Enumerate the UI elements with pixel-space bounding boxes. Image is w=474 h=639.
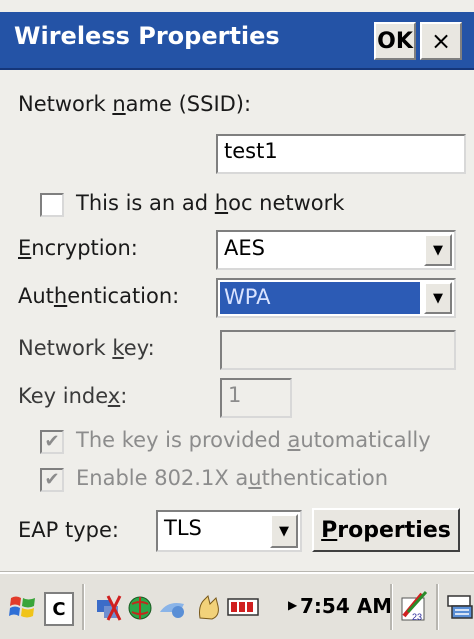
enable-8021x-label-post: thentication (261, 466, 389, 490)
encryption-label-accel: E (18, 236, 32, 260)
key-index-select[interactable]: 1 (220, 378, 292, 418)
eap-type-select[interactable]: TLS ▼ (156, 510, 302, 552)
authentication-label: Authentication: (18, 284, 179, 308)
network-key-label: Network key: (18, 336, 155, 360)
wireless-properties-screen: Wireless Properties OK × Network name (S… (0, 0, 474, 639)
ssid-input[interactable]: test1 (216, 134, 466, 174)
keyindex-label-post: : (120, 384, 128, 408)
title-bar: Wireless Properties OK × (0, 12, 474, 70)
enable-8021x-label-pre: Enable 802.1X a (76, 466, 249, 490)
enable-8021x-label-accel: u (248, 466, 262, 490)
eap-type-label: EAP type: (18, 518, 119, 542)
taskbar-separator (436, 584, 439, 630)
netkey-label-post: ey: (123, 336, 155, 360)
netkey-label-pre: Network (18, 336, 113, 360)
calendar-icon[interactable]: 23 (398, 590, 430, 624)
adhoc-label: This is an ad hoc network (76, 191, 344, 215)
ssid-label-accel: n (112, 92, 126, 116)
netkey-label-accel: k (112, 336, 124, 360)
properties-label-post: roperties (337, 517, 451, 543)
encryption-value: AES (224, 236, 265, 260)
checkmark-icon: ✔ (44, 431, 60, 452)
window-title: Wireless Properties (14, 22, 280, 50)
encryption-label: Encryption: (18, 236, 138, 260)
ok-button[interactable]: OK (374, 22, 416, 60)
auto-key-label-pre: The key is provided (76, 428, 288, 452)
auto-key-label-accel: a (287, 428, 301, 452)
keyboard-icon[interactable] (446, 592, 474, 622)
checkmark-icon: ✔ (44, 469, 60, 490)
auth-label-post: entication: (67, 284, 180, 308)
tray-expand-icon[interactable]: ▶ (288, 598, 297, 612)
taskbar-separator (390, 584, 393, 630)
auth-label-pre: Aut (18, 284, 54, 308)
properties-label-accel: P (321, 517, 338, 543)
adhoc-label-post: oc network (228, 191, 345, 215)
hand-icon[interactable] (194, 592, 224, 622)
eap-type-value: TLS (164, 516, 202, 540)
adhoc-checkbox[interactable] (40, 193, 64, 217)
ssid-label-post: ame (SSID): (125, 92, 252, 116)
authentication-dropdown-arrow-icon[interactable]: ▼ (424, 282, 452, 314)
network-status-icon[interactable] (94, 594, 122, 622)
eap-dropdown-arrow-icon[interactable]: ▼ (270, 514, 298, 548)
battery-icon[interactable] (226, 596, 262, 618)
authentication-value: WPA (220, 282, 420, 314)
close-button[interactable]: × (420, 22, 462, 60)
clock-time[interactable]: 7:54 AM (300, 594, 392, 618)
properties-button[interactable]: Properties (312, 508, 460, 552)
encryption-dropdown-arrow-icon[interactable]: ▼ (424, 234, 452, 266)
auto-key-checkbox[interactable]: ✔ (40, 430, 64, 454)
adhoc-label-accel: h (214, 191, 229, 215)
key-index-label: Key index: (18, 384, 127, 408)
adhoc-label-pre: This is an ad (76, 191, 215, 215)
start-flag-icon[interactable] (8, 592, 38, 622)
auto-key-label-post: utomatically (300, 428, 431, 452)
calendar-day: 23 (412, 612, 422, 622)
sync-icon[interactable] (158, 594, 188, 622)
encryption-label-post: ncryption: (31, 236, 138, 260)
taskbar: C ▶ 7:54 AM 23 (0, 572, 474, 639)
keyindex-label-accel: x (107, 384, 121, 408)
ssid-label-pre: Network (18, 92, 113, 116)
enable-8021x-checkbox[interactable]: ✔ (40, 468, 64, 492)
authentication-select[interactable]: WPA ▼ (216, 278, 456, 318)
globe-icon[interactable] (126, 594, 154, 622)
keyindex-label-pre: Key inde (18, 384, 108, 408)
auto-key-label: The key is provided automatically (76, 428, 431, 452)
encryption-select[interactable]: AES ▼ (216, 230, 456, 270)
taskbar-c-button[interactable]: C (44, 592, 74, 626)
auth-label-accel: h (53, 284, 68, 308)
ssid-label: Network name (SSID): (18, 92, 251, 116)
taskbar-separator (82, 584, 85, 630)
network-key-input[interactable] (220, 330, 456, 370)
enable-8021x-label: Enable 802.1X authentication (76, 466, 388, 490)
